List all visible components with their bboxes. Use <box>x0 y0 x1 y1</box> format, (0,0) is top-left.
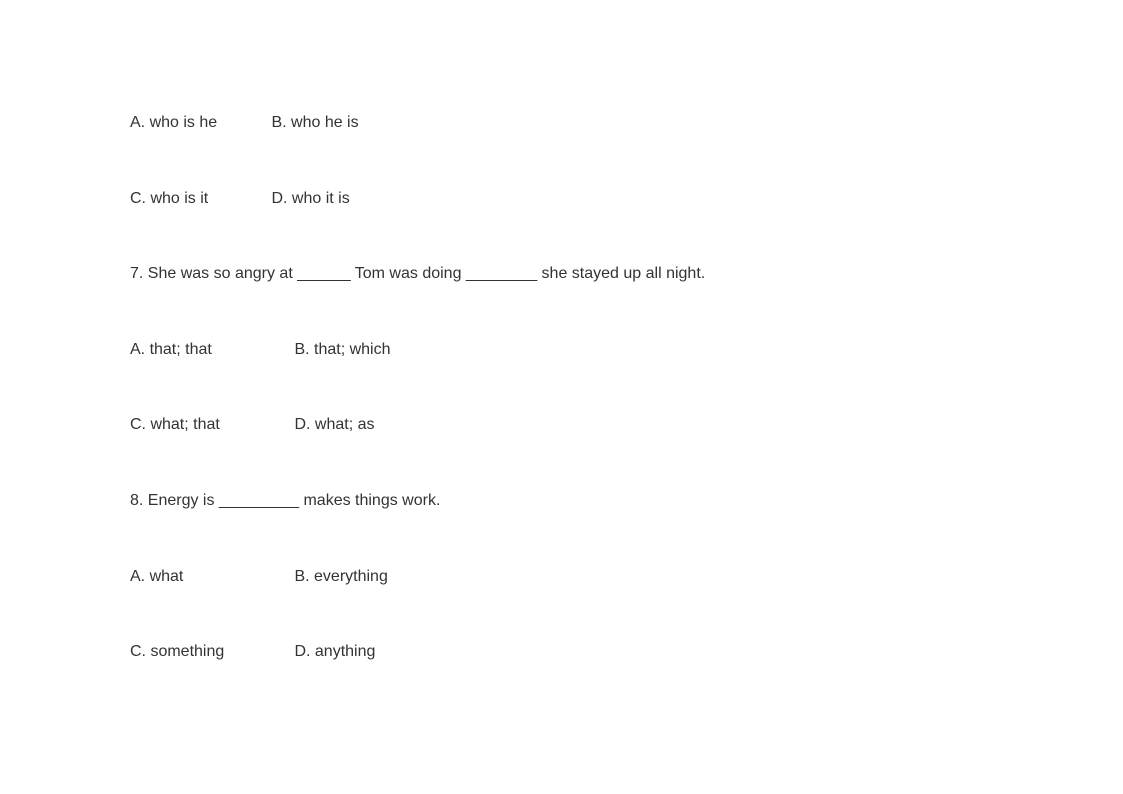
q7-options-row2: C. what; that D. what; as <box>130 412 993 438</box>
q7-options-row1: A. that; that B. that; which <box>130 337 993 363</box>
q8-option-d: D. anything <box>294 639 375 665</box>
q8-option-a: A. what <box>130 564 290 590</box>
document-content: A. who is he B. who he is C. who is it D… <box>0 0 1123 665</box>
q6-option-b: B. who he is <box>271 110 358 136</box>
q6-option-a: A. who is he <box>130 110 267 136</box>
q8-option-c: C. something <box>130 639 290 665</box>
q8-option-b: B. everything <box>294 564 387 590</box>
q7-question: 7. She was so angry at ______ Tom was do… <box>130 261 993 287</box>
q8-options-row2: C. something D. anything <box>130 639 993 665</box>
q7-option-d: D. what; as <box>294 412 374 438</box>
q7-option-a: A. that; that <box>130 337 290 363</box>
q7-option-c: C. what; that <box>130 412 290 438</box>
q7-option-b: B. that; which <box>294 337 390 363</box>
q6-options-row2: C. who is it D. who it is <box>130 186 993 212</box>
q6-option-c: C. who is it <box>130 186 267 212</box>
q6-option-d: D. who it is <box>271 186 349 212</box>
q6-options-row1: A. who is he B. who he is <box>130 110 993 136</box>
q8-question: 8. Energy is _________ makes things work… <box>130 488 993 514</box>
q8-options-row1: A. what B. everything <box>130 564 993 590</box>
